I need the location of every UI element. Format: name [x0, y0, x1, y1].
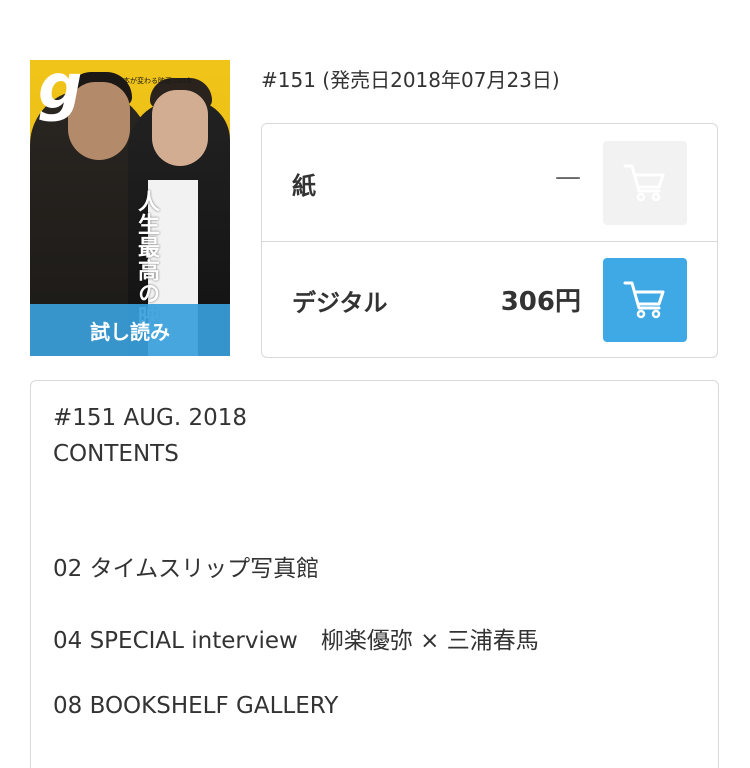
cover-image[interactable]: g 日本が変わる映画100本 人生最高の映 試し読み — [30, 60, 230, 356]
contents-item: 04 SPECIAL interview 柳楽優弥 × 三浦春馬 — [53, 628, 539, 654]
price-row-paper: 紙 — — [262, 124, 717, 242]
shopping-cart-icon — [623, 164, 665, 202]
shopping-cart-icon — [623, 281, 665, 319]
issue-info: #151 (発売日2018年07月23日) — [261, 68, 560, 92]
preview-label: 試し読み — [90, 319, 170, 344]
contents-heading: CONTENTS — [53, 441, 179, 467]
preview-button[interactable]: 試し読み — [30, 304, 230, 356]
price-value-paper: — — [555, 162, 581, 192]
price-label-paper: 紙 — [292, 172, 316, 200]
contents-item: 08 BOOKSHELF GALLERY — [53, 693, 339, 719]
contents-box: #151 AUG. 2018 CONTENTS 02 タイムスリップ写真館 04… — [30, 380, 719, 768]
price-value-digital: 306円 — [500, 287, 581, 317]
add-to-cart-paper-button[interactable] — [603, 141, 687, 225]
add-to-cart-digital-button[interactable] — [603, 258, 687, 342]
contents-item: 02 タイムスリップ写真館 — [53, 556, 320, 582]
contents-issue-heading: #151 AUG. 2018 — [53, 405, 248, 431]
price-box: 紙 — デジタル 306円 — [261, 123, 718, 358]
cover-logo: g — [38, 60, 83, 123]
cover-face-right — [152, 90, 208, 166]
price-row-digital: デジタル 306円 — [262, 241, 717, 358]
cover-tagline: 日本が変わる映画100本 — [116, 77, 193, 85]
page: g 日本が変わる映画100本 人生最高の映 試し読み #151 (発売日2018… — [0, 0, 750, 768]
price-label-digital: デジタル — [292, 289, 388, 317]
